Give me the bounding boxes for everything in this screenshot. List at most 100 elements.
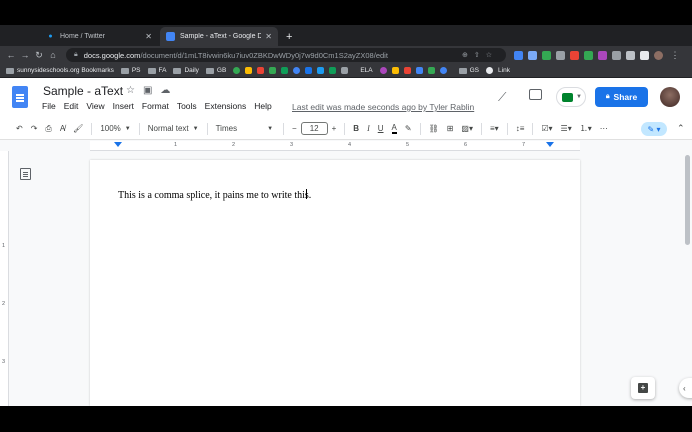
paragraph-style-select[interactable]: Normal text ▼ <box>148 124 199 133</box>
bookmark-item[interactable]: sunnysideschools.org Bookmarks <box>6 67 114 74</box>
bookmark-item[interactable]: Daily <box>173 67 199 74</box>
menu-icon[interactable]: ⋮ <box>668 50 682 61</box>
bookmark-icon[interactable] <box>281 67 289 74</box>
close-icon[interactable]: ✕ <box>265 32 272 41</box>
reload-icon[interactable]: ↻ <box>32 50 46 61</box>
docs-logo-icon[interactable] <box>12 86 28 108</box>
numbered-list-icon[interactable]: ⒈▾ <box>580 123 592 134</box>
right-indent-marker[interactable] <box>546 142 554 147</box>
last-edit-link[interactable]: Last edit was made seconds ago by Tyler … <box>292 102 474 112</box>
horizontal-ruler[interactable]: 1 2 3 4 5 6 7 <box>90 141 580 151</box>
bookmark-icon[interactable] <box>403 67 411 74</box>
cloud-status-icon[interactable]: ☁︎ <box>160 85 178 96</box>
bookmark-item[interactable]: Link <box>486 67 510 74</box>
bookmark-item[interactable]: FA <box>147 67 166 74</box>
menu-insert[interactable]: Insert <box>113 101 134 111</box>
extension-icon[interactable] <box>626 50 635 60</box>
comment-icon[interactable] <box>529 89 542 100</box>
bookmark-icon[interactable] <box>379 67 387 74</box>
add-comment-icon[interactable]: ⊞ <box>447 124 454 133</box>
undo-icon[interactable]: ↶ <box>16 124 23 133</box>
bookmark-icon[interactable] <box>305 67 313 74</box>
menu-extensions[interactable]: Extensions <box>205 101 247 111</box>
tab-google-docs[interactable]: Sample - aText - Google Docs ✕ <box>160 27 278 46</box>
extension-icon[interactable] <box>598 50 607 60</box>
explore-button[interactable]: + <box>631 377 655 399</box>
menu-view[interactable]: View <box>86 101 104 111</box>
bookmark-icon[interactable] <box>293 67 301 74</box>
insert-link-icon[interactable]: ⛓︎ <box>429 124 439 133</box>
bookmark-icon[interactable] <box>257 67 265 74</box>
bookmark-icon[interactable] <box>391 67 399 74</box>
left-indent-marker[interactable] <box>114 142 122 147</box>
font-size-input[interactable]: 12 <box>300 122 328 135</box>
more-options-icon[interactable]: ⋯ <box>600 124 608 133</box>
checklist-icon[interactable]: ☑▾ <box>541 124 552 133</box>
print-icon[interactable]: ⎙ <box>45 124 51 134</box>
bookmark-item[interactable]: ELA <box>360 67 372 74</box>
tab-twitter[interactable]: ● Home / Twitter ✕ <box>40 27 158 46</box>
activity-trend-icon[interactable]: ⟋ <box>498 90 506 105</box>
align-icon[interactable]: ≡▾ <box>490 124 499 133</box>
url-input[interactable]: 🔒︎ docs.google.com /document/d/1mLT8ivwi… <box>66 48 506 62</box>
spellcheck-icon[interactable]: A̸ <box>60 124 65 133</box>
bookmark-icon[interactable] <box>245 67 253 74</box>
bookmark-icon[interactable] <box>439 67 447 74</box>
move-folder-icon[interactable]: ▣ <box>143 85 160 96</box>
side-panel-toggle[interactable]: ‹ <box>679 378 692 398</box>
zoom-select[interactable]: 100% ▼ <box>100 124 130 133</box>
bold-icon[interactable]: B <box>353 124 359 133</box>
avatar[interactable] <box>660 87 680 107</box>
document-body-text[interactable]: This is a comma splice, it pains me to w… <box>118 189 311 201</box>
extension-icon[interactable] <box>556 50 565 60</box>
profile-icon[interactable] <box>654 50 663 60</box>
text-color-icon[interactable]: A <box>391 123 397 134</box>
menu-file[interactable]: File <box>42 101 56 111</box>
bookmark-item[interactable]: PS <box>120 67 141 74</box>
puzzle-icon[interactable] <box>612 50 621 60</box>
scrollbar-thumb[interactable] <box>685 155 690 245</box>
extension-icon[interactable] <box>514 50 523 60</box>
scrollbar[interactable] <box>683 151 692 406</box>
share-button[interactable]: 🔒︎ Share <box>595 87 648 107</box>
sidebar-icon[interactable] <box>640 50 649 60</box>
line-spacing-icon[interactable]: ↕≡ <box>516 124 525 133</box>
italic-icon[interactable]: I <box>367 124 370 133</box>
extension-icon[interactable] <box>570 50 579 60</box>
menu-tools[interactable]: Tools <box>177 101 197 111</box>
bookmark-icon[interactable] <box>341 67 349 74</box>
document-title[interactable]: Sample - aText <box>43 84 123 98</box>
back-icon[interactable]: ← <box>4 50 18 60</box>
forward-icon[interactable]: → <box>18 50 32 60</box>
document-outline-icon[interactable] <box>20 168 31 180</box>
close-icon[interactable]: ✕ <box>145 32 152 41</box>
bookmark-icon[interactable] <box>317 67 325 74</box>
font-select[interactable]: Times ▼ <box>216 124 273 133</box>
home-icon[interactable]: ⌂ <box>46 50 60 60</box>
highlight-color-icon[interactable]: ✎ <box>405 124 412 133</box>
menu-format[interactable]: Format <box>142 101 169 111</box>
extension-icon[interactable] <box>584 50 593 60</box>
bookmark-icon[interactable] <box>233 67 241 74</box>
bookmark-item[interactable]: GS <box>458 67 479 74</box>
star-icon[interactable]: ☆ <box>126 85 143 96</box>
redo-icon[interactable]: ↷ <box>31 124 38 133</box>
new-tab-button[interactable]: + <box>286 31 292 43</box>
paint-format-icon[interactable]: 🖌︎ <box>73 124 83 133</box>
meet-button[interactable]: ▼ <box>556 87 586 107</box>
bookmark-icon[interactable] <box>269 67 277 74</box>
collapse-menus-icon[interactable]: ⌃ <box>677 123 685 134</box>
bulleted-list-icon[interactable]: ☰▾ <box>561 124 572 133</box>
menu-help[interactable]: Help <box>254 101 271 111</box>
decrease-font-size-button[interactable]: − <box>292 124 297 133</box>
menu-edit[interactable]: Edit <box>64 101 79 111</box>
bookmark-icon[interactable] <box>415 67 423 74</box>
bookmark-icon[interactable] <box>427 67 435 74</box>
increase-font-size-button[interactable]: + <box>332 124 337 133</box>
extension-icon[interactable] <box>528 50 537 60</box>
document-page[interactable]: This is a comma splice, it pains me to w… <box>90 160 580 406</box>
editing-mode-button[interactable]: ✎ ▾ <box>641 122 667 136</box>
bookmark-icon[interactable] <box>329 67 337 74</box>
underline-icon[interactable]: U <box>378 124 384 133</box>
insert-image-icon[interactable]: ▨▾ <box>461 124 473 133</box>
